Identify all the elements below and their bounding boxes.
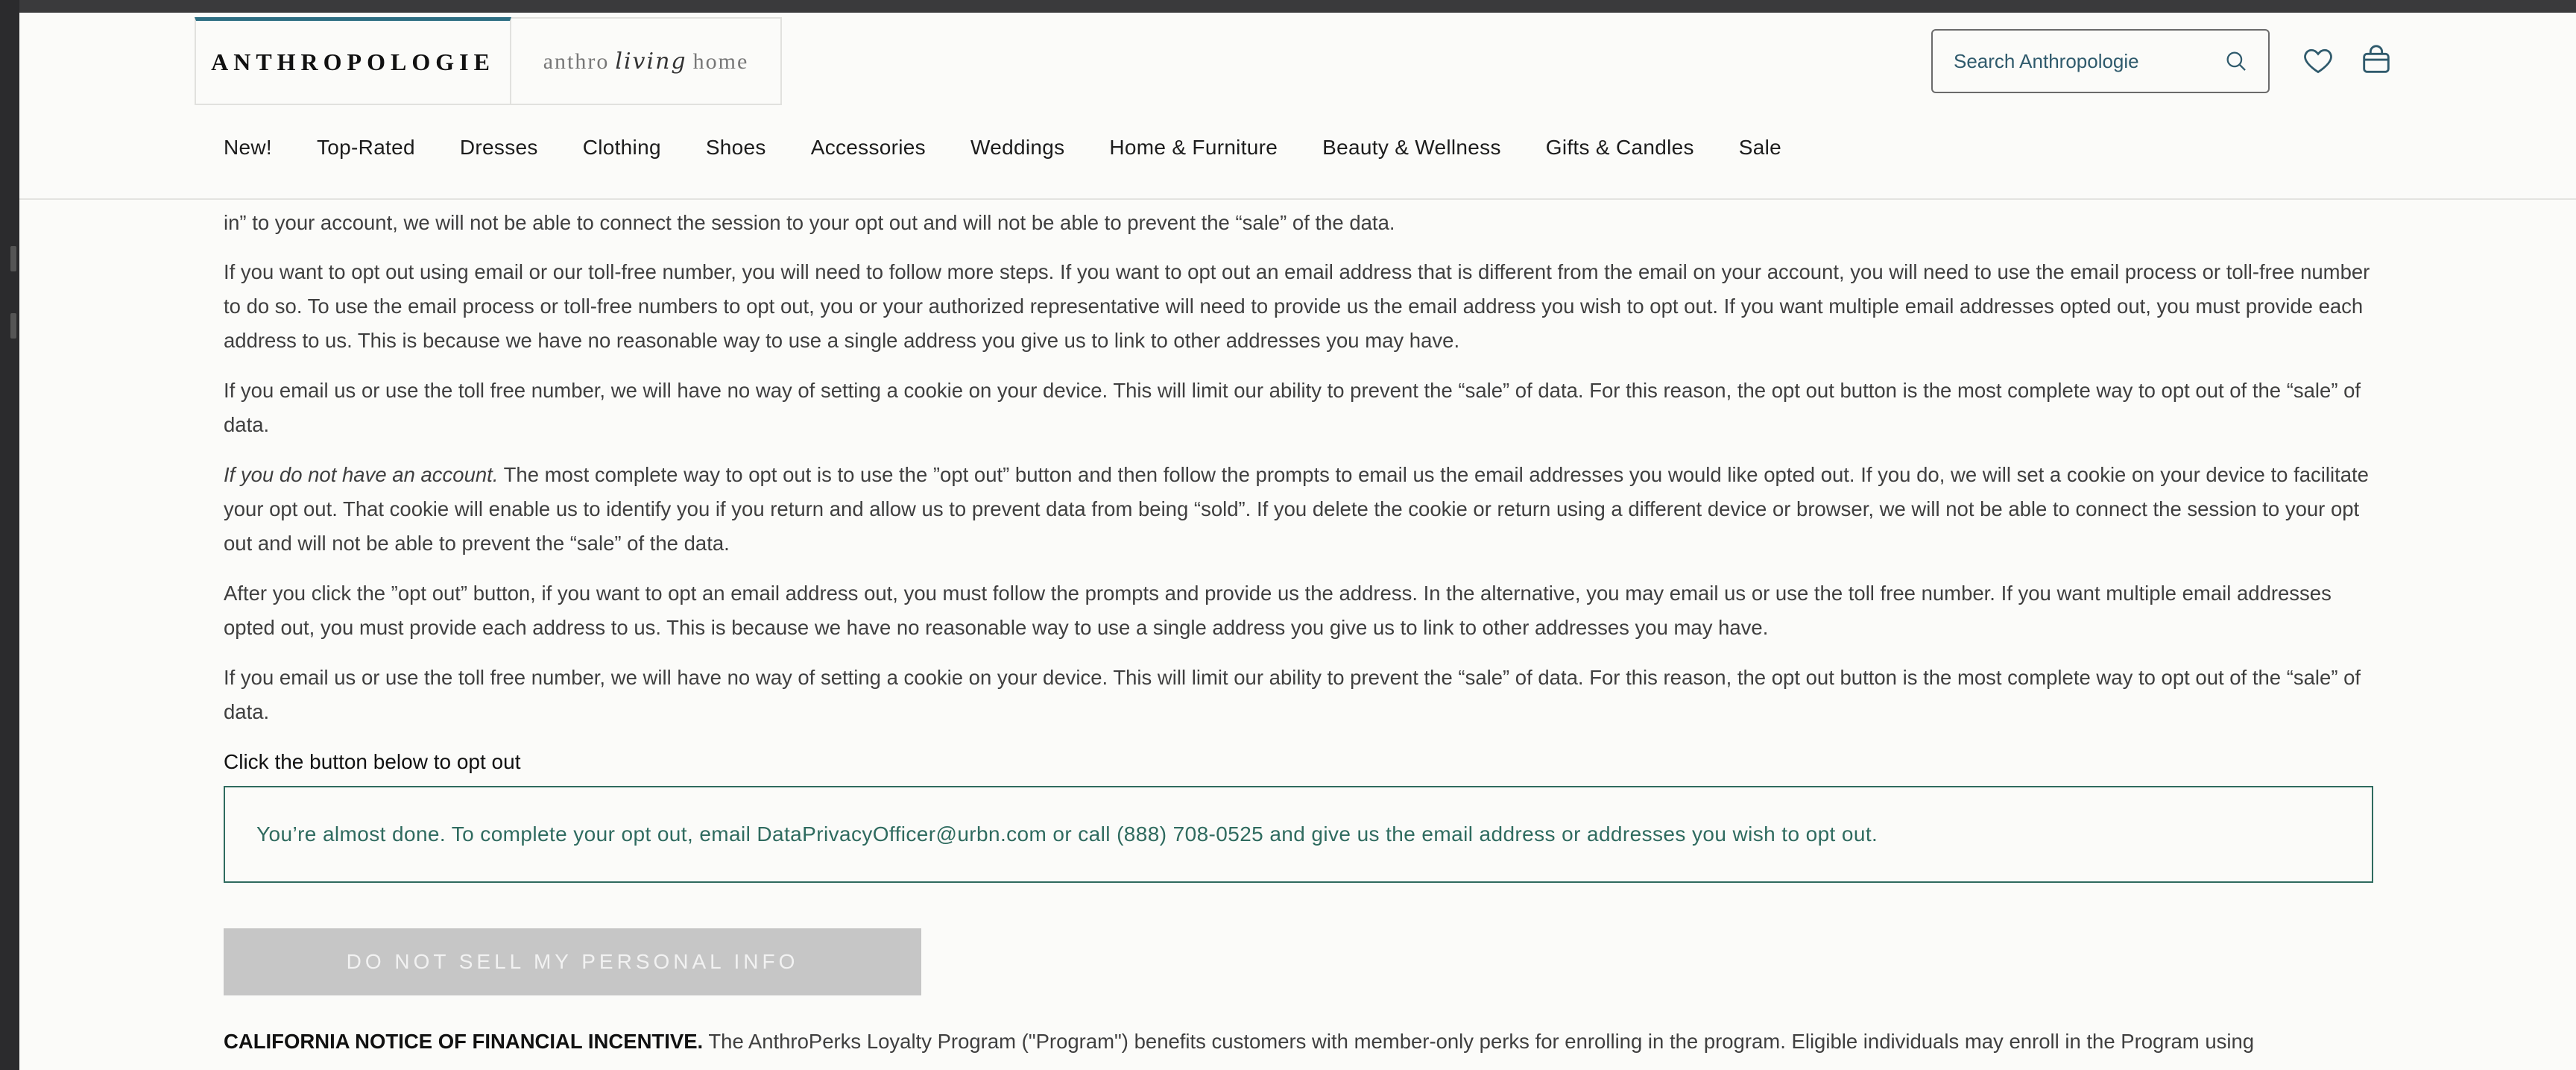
no-account-lead: If you do not have an account. xyxy=(224,463,499,486)
main-nav: New! Top-Rated Dresses Clothing Shoes Ac… xyxy=(224,136,1826,160)
edge-mark xyxy=(10,313,16,339)
browser-top-bar xyxy=(0,0,2576,13)
no-account-body: The most complete way to opt out is to u… xyxy=(224,463,2369,555)
search-icon[interactable] xyxy=(2223,48,2249,74)
financial-body: The AnthroPerks Loyalty Program ("Progra… xyxy=(703,1030,2255,1053)
optout-notice: You’re almost done. To complete your opt… xyxy=(224,786,2373,883)
nav-item-home-furniture[interactable]: Home & Furniture xyxy=(1109,136,1278,160)
financial-heading: CALIFORNIA NOTICE OF FINANCIAL INCENTIVE… xyxy=(224,1030,704,1053)
bag-icon[interactable] xyxy=(2358,41,2395,78)
site-header: ANTHROPOLOGIE anthrolivinghome New! Top-… xyxy=(19,13,2576,200)
logo-sub-left: anthro xyxy=(543,48,610,74)
search-box[interactable] xyxy=(1931,29,2270,93)
brand-tabs: ANTHROPOLOGIE anthro living home xyxy=(195,17,782,107)
privacy-content: in” to your account, we will not be able… xyxy=(224,176,2373,785)
edge-mark xyxy=(10,246,16,271)
nav-item-dresses[interactable]: Dresses xyxy=(460,136,538,160)
paragraph-after-click: After you click the ”opt out” button, if… xyxy=(224,582,2332,639)
anthropologie-logo: ANTHROPOLOGIE xyxy=(211,48,495,75)
nav-item-accessories[interactable]: Accessories xyxy=(811,136,926,160)
nav-item-shoes[interactable]: Shoes xyxy=(706,136,766,160)
logo-sub-right: home xyxy=(692,48,749,74)
paragraph-partial: in” to your account, we will not be able… xyxy=(224,211,1395,234)
brand-tab-anthropologie[interactable]: ANTHROPOLOGIE xyxy=(195,17,511,105)
nav-item-clothing[interactable]: Clothing xyxy=(583,136,661,160)
search-input[interactable] xyxy=(1952,48,2223,74)
nav-item-gifts-candles[interactable]: Gifts & Candles xyxy=(1546,136,1694,160)
anthroliving-logo: anthro living home xyxy=(543,48,749,75)
paragraph-cookie-limit-2: If you email us or use the toll free num… xyxy=(224,666,2361,723)
do-not-sell-button[interactable]: DO NOT SELL MY PERSONAL INFO xyxy=(224,928,921,995)
window-left-edge xyxy=(0,0,19,1070)
nav-item-beauty-wellness[interactable]: Beauty & Wellness xyxy=(1322,136,1501,160)
nav-item-top-rated[interactable]: Top-Rated xyxy=(317,136,415,160)
nav-item-sale[interactable]: Sale xyxy=(1739,136,1781,160)
paragraph-email-optout: If you want to opt out using email or ou… xyxy=(224,260,2370,352)
optout-heading: Click the button below to opt out xyxy=(224,750,521,773)
financial-incentive-notice: CALIFORNIA NOTICE OF FINANCIAL INCENTIVE… xyxy=(224,1025,2373,1059)
heart-icon[interactable] xyxy=(2300,43,2336,78)
brand-tab-anthroliving[interactable]: anthro living home xyxy=(511,17,782,105)
paragraph-cookie-limit: If you email us or use the toll free num… xyxy=(224,379,2361,436)
logo-sub-script: living xyxy=(615,48,687,75)
optout-notice-text: You’re almost done. To complete your opt… xyxy=(256,822,1878,846)
nav-item-weddings[interactable]: Weddings xyxy=(970,136,1064,160)
paragraph-no-account: If you do not have an account. The most … xyxy=(224,458,2373,561)
nav-item-new[interactable]: New! xyxy=(224,136,272,160)
